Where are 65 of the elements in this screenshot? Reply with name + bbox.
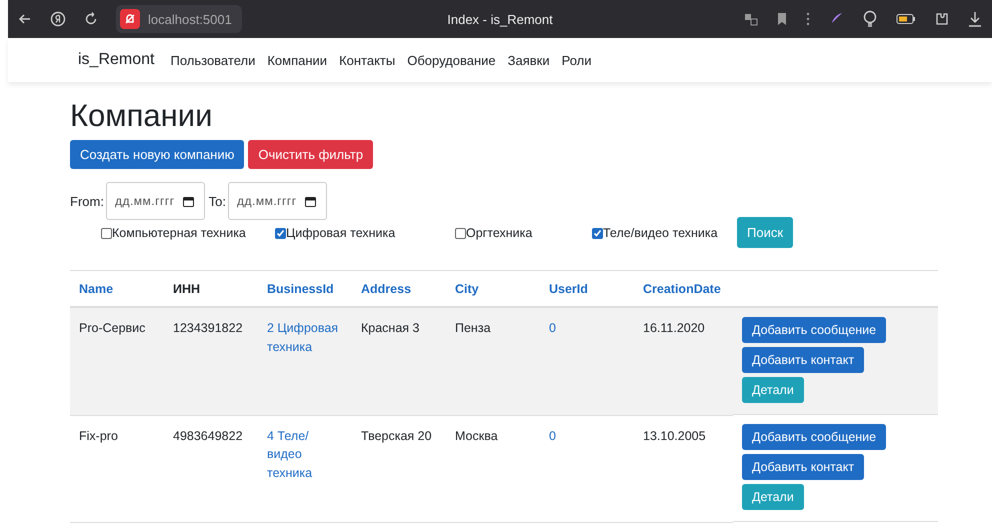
row-button[interactable]: Добавить контакт	[742, 347, 864, 373]
date-field[interactable]: дд.мм.гггг	[228, 182, 327, 220]
calendar-icon[interactable]	[304, 196, 316, 206]
translate-icon[interactable]	[744, 12, 758, 26]
extension-icon[interactable]	[934, 11, 950, 27]
cell-link[interactable]: 0	[549, 319, 625, 338]
nav-link[interactable]: Заявки	[508, 52, 550, 68]
lightbulb-icon[interactable]	[862, 10, 878, 28]
row-button[interactable]: Добавить сообщение	[742, 424, 886, 450]
table-cell-text: Pro-Сервис	[79, 320, 146, 337]
checkbox[interactable]	[455, 228, 466, 238]
table-cell-text: Москва	[455, 428, 499, 444]
table-cell-text: Fix-pro	[79, 428, 119, 445]
nav-link[interactable]: Пользователи	[170, 52, 256, 68]
from-label: From:	[70, 194, 104, 208]
row-button[interactable]: Добавить контакт	[742, 454, 864, 480]
nav-link[interactable]: Роли	[562, 52, 592, 68]
row-button[interactable]: Детали	[742, 484, 804, 510]
brand-link[interactable]: is_Remont	[78, 51, 154, 69]
reload-icon[interactable]	[84, 12, 98, 26]
table-cell-text: Пенза	[455, 320, 492, 337]
cell-link[interactable]: 0	[549, 426, 625, 446]
checkbox[interactable]	[101, 228, 112, 238]
column-header: ИНН	[173, 282, 200, 296]
to-label: To:	[208, 194, 226, 208]
table-cell-text: 13.10.2005	[643, 428, 707, 444]
battery-icon[interactable]	[896, 13, 916, 25]
row-button[interactable]: Добавить сообщение	[742, 317, 886, 343]
table-cell-text: 16.11.2020	[643, 320, 706, 337]
sort-link[interactable]: City	[455, 282, 479, 296]
tab-title: Index - is_Remont	[446, 12, 554, 26]
checkbox-label: Компьютерная техника	[112, 226, 246, 240]
nav-link[interactable]: Оборудование	[407, 52, 496, 68]
download-icon[interactable]	[968, 11, 982, 27]
checkbox[interactable]	[275, 228, 286, 238]
cell-link[interactable]: 2 Цифровая техника	[267, 319, 343, 356]
insecure-icon	[120, 9, 140, 29]
sort-link[interactable]: BusinessId	[267, 282, 334, 296]
address-bar[interactable]: localhost:5001	[116, 5, 242, 33]
checkbox[interactable]	[592, 228, 603, 238]
calendar-icon[interactable]	[182, 196, 194, 206]
table-cell-text: Красная 3	[361, 320, 420, 337]
date-field[interactable]: дд.мм.гггг	[106, 182, 205, 220]
bookmark-icon[interactable]	[776, 12, 788, 26]
circle-logo-icon[interactable]	[50, 11, 66, 27]
sort-link[interactable]: CreationDate	[643, 282, 721, 296]
checkbox-label: Оргтехника	[466, 226, 532, 240]
table-cell-text: Тверская 20	[361, 428, 433, 445]
action-button[interactable]: Очистить фильтр	[248, 140, 374, 169]
more-icon[interactable]	[806, 12, 810, 26]
page-heading: Компании	[70, 98, 214, 134]
cell-link[interactable]: 4 Теле/видео техника	[267, 426, 343, 483]
nav-link[interactable]: Компании	[267, 52, 328, 68]
checkbox-label: Цифровая техника	[286, 226, 396, 240]
search-button[interactable]: Поиск	[737, 217, 794, 248]
sort-link[interactable]: Name	[79, 282, 114, 296]
action-button[interactable]: Создать новую компанию	[70, 140, 244, 169]
sort-link[interactable]: UserId	[549, 282, 588, 296]
sort-link[interactable]: Address	[361, 282, 412, 296]
checkbox-label: Теле/видео техника	[603, 226, 718, 240]
back-icon[interactable]	[18, 12, 32, 26]
table-cell-text: 4983649822	[173, 428, 244, 444]
nav-link[interactable]: Контакты	[339, 52, 396, 68]
table-cell-text: 1234391822	[173, 320, 244, 337]
row-button[interactable]: Детали	[742, 377, 804, 403]
